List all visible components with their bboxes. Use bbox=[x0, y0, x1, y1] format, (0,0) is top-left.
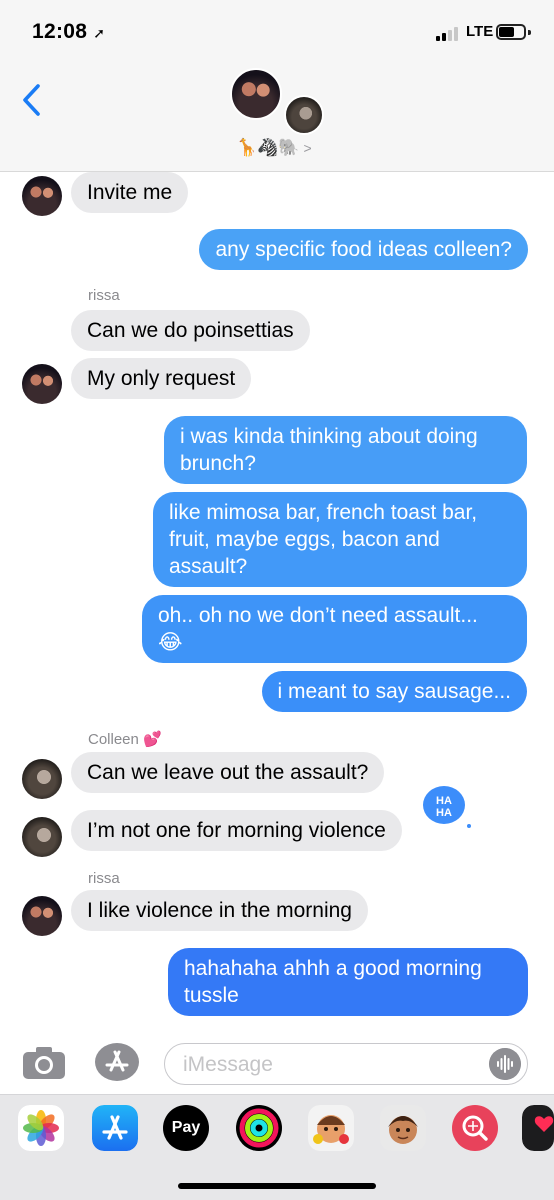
memoji-stickers-app-icon[interactable] bbox=[308, 1105, 354, 1151]
message-input[interactable]: iMessage bbox=[164, 1043, 528, 1085]
home-indicator[interactable] bbox=[178, 1183, 376, 1189]
digital-touch-app-icon[interactable] bbox=[522, 1105, 554, 1151]
avatar bbox=[22, 817, 62, 857]
outgoing-message[interactable]: hahahaha ahhh a good morning tussle bbox=[168, 948, 528, 1016]
camera-icon[interactable] bbox=[22, 1046, 66, 1080]
incoming-message[interactable]: My only request bbox=[71, 358, 252, 399]
back-chevron-icon[interactable] bbox=[20, 82, 44, 118]
location-arrow-icon: ➚ bbox=[93, 25, 106, 41]
incoming-message[interactable]: Can we leave out the assault? bbox=[71, 752, 385, 793]
incoming-message[interactable]: Invite me bbox=[71, 172, 189, 213]
photos-app-icon[interactable] bbox=[18, 1105, 64, 1151]
battery-icon bbox=[496, 24, 531, 40]
animoji-app-icon[interactable] bbox=[380, 1105, 426, 1151]
outgoing-message[interactable]: oh.. oh no we don’t need assault... 😂 bbox=[142, 595, 527, 663]
app-store-button-icon[interactable] bbox=[94, 1042, 140, 1082]
network-type: LTE bbox=[466, 23, 494, 40]
outgoing-message[interactable]: like mimosa bar, french toast bar, fruit… bbox=[153, 492, 527, 587]
sender-name: rissa bbox=[88, 870, 120, 887]
message-list[interactable]: Invite me any specific food ideas collee… bbox=[0, 172, 554, 1034]
outgoing-message[interactable]: i meant to say sausage... bbox=[261, 671, 527, 712]
outgoing-message[interactable]: any specific food ideas colleen? bbox=[199, 229, 528, 270]
incoming-message[interactable]: Can we do poinsettias bbox=[71, 310, 310, 351]
avatar bbox=[22, 364, 62, 404]
search-images-app-icon[interactable] bbox=[452, 1105, 498, 1151]
activity-app-icon[interactable] bbox=[236, 1105, 282, 1151]
conversation-header: 12:08 ➚ LTE 🦒🦓🐘 > bbox=[0, 0, 554, 172]
sender-name: rissa bbox=[88, 287, 120, 304]
avatar bbox=[22, 759, 62, 799]
group-name-button[interactable]: 🦒🦓🐘 > bbox=[236, 138, 312, 158]
cellular-signal-icon bbox=[436, 27, 462, 41]
outgoing-message[interactable]: i was kinda thinking about doing brunch? bbox=[164, 416, 527, 484]
haha-tapback-icon[interactable]: HA HA bbox=[420, 783, 468, 827]
sender-name: Colleen 💕 bbox=[88, 731, 162, 748]
chevron-right-icon: > bbox=[303, 140, 312, 156]
incoming-message[interactable]: I’m not one for morning violence bbox=[71, 810, 402, 851]
compose-bar: iMessage bbox=[0, 1034, 554, 1094]
message-input-placeholder: iMessage bbox=[183, 1053, 273, 1076]
avatar bbox=[22, 896, 62, 936]
incoming-message[interactable]: I like violence in the morning bbox=[71, 890, 368, 931]
group-avatar-secondary[interactable] bbox=[284, 95, 324, 135]
group-avatar-primary[interactable] bbox=[230, 68, 282, 120]
tapback-tail bbox=[465, 822, 473, 830]
app-store-app-icon[interactable] bbox=[92, 1105, 138, 1151]
audio-message-icon[interactable] bbox=[489, 1048, 521, 1080]
status-time: 12:08 ➚ bbox=[32, 20, 106, 43]
apple-pay-app-icon[interactable]: Pay bbox=[163, 1105, 209, 1151]
avatar bbox=[22, 176, 62, 216]
